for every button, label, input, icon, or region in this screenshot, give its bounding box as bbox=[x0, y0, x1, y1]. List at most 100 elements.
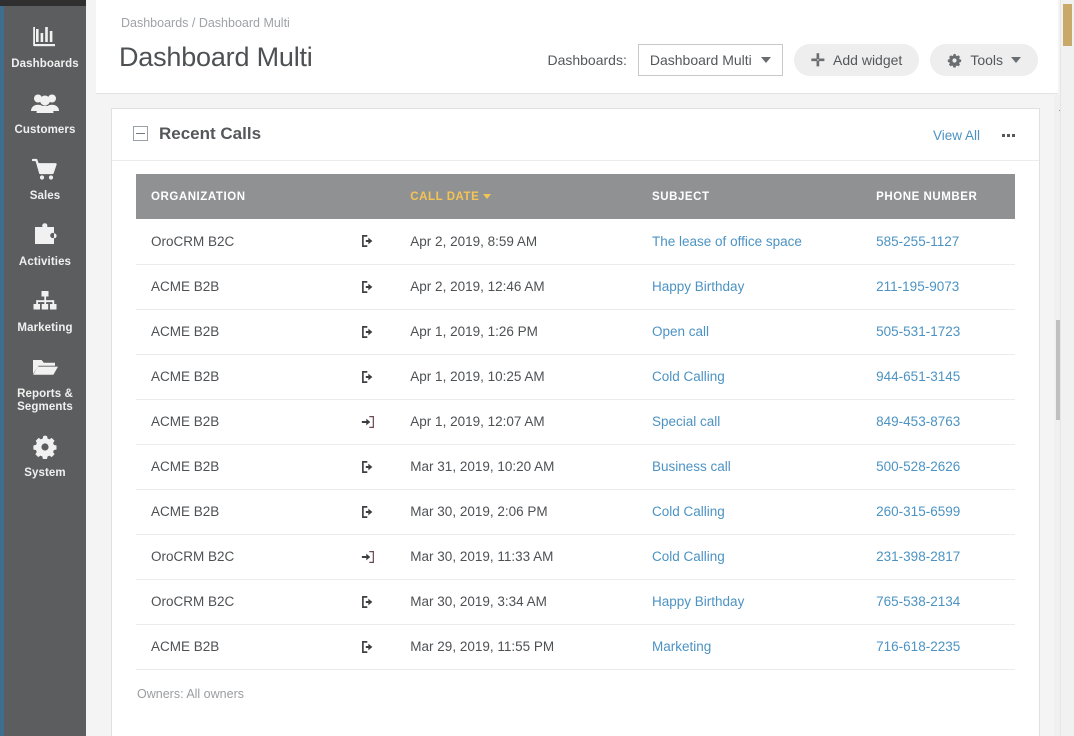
table-row[interactable]: ACME B2B Mar 29, 2019, 11:55 PM Marketing 7… bbox=[136, 624, 1015, 670]
sidebar-item-label: Dashboards bbox=[11, 58, 79, 70]
table-row[interactable]: OroCRM B2C Mar 30, 2019, 11:33 AM Cold Cal… bbox=[136, 534, 1015, 580]
cell-call-date: Mar 30, 2019, 2:06 PM bbox=[395, 489, 638, 535]
chevron-down-icon bbox=[760, 57, 771, 63]
phone-number-link[interactable]: 716-618-2235 bbox=[876, 639, 960, 654]
phone-number-link[interactable]: 260-315-6599 bbox=[876, 504, 960, 519]
sidebar-item-customers[interactable]: Customers bbox=[4, 80, 86, 146]
column-header-phone-number[interactable]: PHONE NUMBER bbox=[861, 174, 1015, 219]
browser-scrollbar-thumb[interactable] bbox=[1063, 4, 1072, 46]
subject-link[interactable]: The lease of office space bbox=[652, 234, 802, 249]
cell-call-date: Apr 2, 2019, 12:46 AM bbox=[395, 264, 638, 310]
table-row[interactable]: ACME B2B Apr 1, 2019, 1:26 PM Open call 505… bbox=[136, 309, 1015, 355]
gear-icon bbox=[30, 434, 60, 462]
view-all-link[interactable]: View All bbox=[933, 128, 980, 143]
cell-organization: ACME B2B bbox=[136, 309, 396, 355]
widget-title: Recent Calls bbox=[159, 124, 262, 143]
cell-subject: Cold Calling bbox=[637, 489, 862, 535]
column-header-subject[interactable]: SUBJECT bbox=[637, 174, 862, 219]
cell-phone-number: 849-453-8763 bbox=[861, 399, 1015, 445]
phone-number-link[interactable]: 585-255-1127 bbox=[876, 234, 959, 249]
organization-text: ACME B2B bbox=[151, 369, 220, 384]
subject-link[interactable]: Happy Birthday bbox=[652, 594, 744, 609]
phone-number-link[interactable]: 944-651-3145 bbox=[876, 369, 960, 384]
add-widget-button[interactable]: ✛ Add widget bbox=[793, 44, 920, 76]
main-sidebar: Dashboards Customers Sales Activities Ma… bbox=[0, 6, 86, 736]
cell-organization: ACME B2B bbox=[136, 489, 396, 535]
cell-subject: Open call bbox=[637, 309, 862, 355]
table-header: ORGANIZATION CALL DATE SUBJECT PHONE NUM… bbox=[136, 174, 1015, 219]
cell-phone-number: 231-398-2817 bbox=[861, 534, 1015, 580]
phone-number-link[interactable]: 765-538-2134 bbox=[876, 594, 960, 609]
phone-number-link[interactable]: 500-528-2626 bbox=[876, 459, 960, 474]
phone-number-link[interactable]: 505-531-1723 bbox=[876, 324, 960, 339]
cell-subject: Cold Calling bbox=[637, 354, 862, 400]
column-label: SUBJECT bbox=[652, 190, 710, 203]
dashboard-content: Recent Calls View All ORGANIZATION CALL … bbox=[96, 95, 1044, 736]
cell-subject: Happy Birthday bbox=[637, 579, 862, 625]
table-row[interactable]: ACME B2B Mar 30, 2019, 2:06 PM Cold Callin… bbox=[136, 489, 1015, 535]
phone-number-link[interactable]: 849-453-8763 bbox=[876, 414, 960, 429]
outgoing-call-icon bbox=[361, 505, 375, 519]
grid-wrapper: ORGANIZATION CALL DATE SUBJECT PHONE NUM… bbox=[112, 161, 1039, 670]
cell-call-date: Apr 1, 2019, 10:25 AM bbox=[395, 354, 638, 400]
bar-chart-icon bbox=[30, 25, 60, 53]
more-options-icon[interactable] bbox=[1002, 134, 1015, 137]
sidebar-item-label: System bbox=[24, 467, 66, 479]
column-header-call-date[interactable]: CALL DATE bbox=[395, 174, 638, 219]
subject-link[interactable]: Marketing bbox=[652, 639, 711, 654]
cell-organization: ACME B2B bbox=[136, 624, 396, 670]
sidebar-item-label: Sales bbox=[29, 190, 61, 202]
subject-link[interactable]: Cold Calling bbox=[652, 369, 725, 384]
recent-calls-widget: Recent Calls View All ORGANIZATION CALL … bbox=[111, 108, 1040, 736]
table-body: OroCRM B2C Apr 2, 2019, 8:59 AM The lease … bbox=[136, 219, 1015, 670]
app-root: Dashboards Customers Sales Activities Ma… bbox=[0, 0, 1074, 736]
table-row[interactable]: OroCRM B2C Mar 30, 2019, 3:34 AM Happy Bir… bbox=[136, 579, 1015, 625]
collapse-icon[interactable] bbox=[133, 126, 148, 141]
cell-organization: OroCRM B2C bbox=[136, 579, 396, 625]
sidebar-item-sales[interactable]: Sales bbox=[4, 146, 86, 212]
sidebar-item-marketing[interactable]: Marketing bbox=[4, 278, 86, 344]
organization-text: ACME B2B bbox=[151, 639, 220, 654]
subject-link[interactable]: Special call bbox=[652, 414, 720, 429]
outgoing-call-icon bbox=[361, 460, 375, 474]
add-widget-label: Add widget bbox=[833, 52, 903, 68]
subject-link[interactable]: Happy Birthday bbox=[652, 279, 744, 294]
subject-link[interactable]: Cold Calling bbox=[652, 504, 725, 519]
shopping-cart-icon bbox=[30, 157, 60, 185]
sitemap-icon bbox=[30, 289, 60, 317]
cell-organization: ACME B2B bbox=[136, 264, 396, 310]
chevron-down-icon bbox=[1011, 57, 1021, 63]
gear-icon bbox=[947, 53, 962, 68]
dashboard-select[interactable]: Dashboard Multi bbox=[637, 44, 783, 76]
table-row[interactable]: ACME B2B Apr 1, 2019, 10:25 AM Cold Callin… bbox=[136, 354, 1015, 400]
organization-text: OroCRM B2C bbox=[151, 594, 235, 609]
phone-number-link[interactable]: 231-398-2817 bbox=[876, 549, 960, 564]
cell-call-date: Mar 30, 2019, 11:33 AM bbox=[395, 534, 638, 580]
table-row[interactable]: OroCRM B2C Apr 2, 2019, 8:59 AM The lease … bbox=[136, 219, 1015, 265]
table-row[interactable]: ACME B2B Apr 2, 2019, 12:46 AM Happy Birth… bbox=[136, 264, 1015, 310]
sidebar-item-dashboards[interactable]: Dashboards bbox=[4, 14, 86, 80]
cell-phone-number: 585-255-1127 bbox=[861, 219, 1015, 265]
browser-scrollbar[interactable] bbox=[1060, 0, 1074, 736]
page-area: Dashboards / Dashboard Multi Dashboard M… bbox=[86, 0, 1074, 736]
table-row[interactable]: ACME B2B Apr 1, 2019, 12:07 AM Special cal… bbox=[136, 399, 1015, 445]
sidebar-item-activities[interactable]: Activities bbox=[4, 212, 86, 278]
sidebar-item-label: Customers bbox=[14, 124, 76, 136]
phone-number-link[interactable]: 211-195-9073 bbox=[876, 279, 959, 294]
cell-call-date: Mar 31, 2019, 10:20 AM bbox=[395, 444, 638, 490]
cell-organization: OroCRM B2C bbox=[136, 219, 396, 265]
subject-link[interactable]: Cold Calling bbox=[652, 549, 725, 564]
sidebar-item-system[interactable]: System bbox=[4, 423, 86, 489]
sidebar-item-reports-segments[interactable]: Reports & Segments bbox=[4, 344, 86, 423]
subject-link[interactable]: Open call bbox=[652, 324, 709, 339]
table-row[interactable]: ACME B2B Mar 31, 2019, 10:20 AM Business c… bbox=[136, 444, 1015, 490]
organization-text: OroCRM B2C bbox=[151, 549, 235, 564]
subject-link[interactable]: Business call bbox=[652, 459, 731, 474]
incoming-call-icon bbox=[361, 415, 375, 429]
cell-subject: Business call bbox=[637, 444, 862, 490]
column-header-organization[interactable]: ORGANIZATION bbox=[136, 174, 396, 219]
outgoing-call-icon bbox=[361, 234, 375, 248]
cell-organization: ACME B2B bbox=[136, 354, 396, 400]
cell-call-date: Mar 29, 2019, 11:55 PM bbox=[395, 624, 638, 670]
tools-button[interactable]: Tools bbox=[930, 44, 1038, 76]
